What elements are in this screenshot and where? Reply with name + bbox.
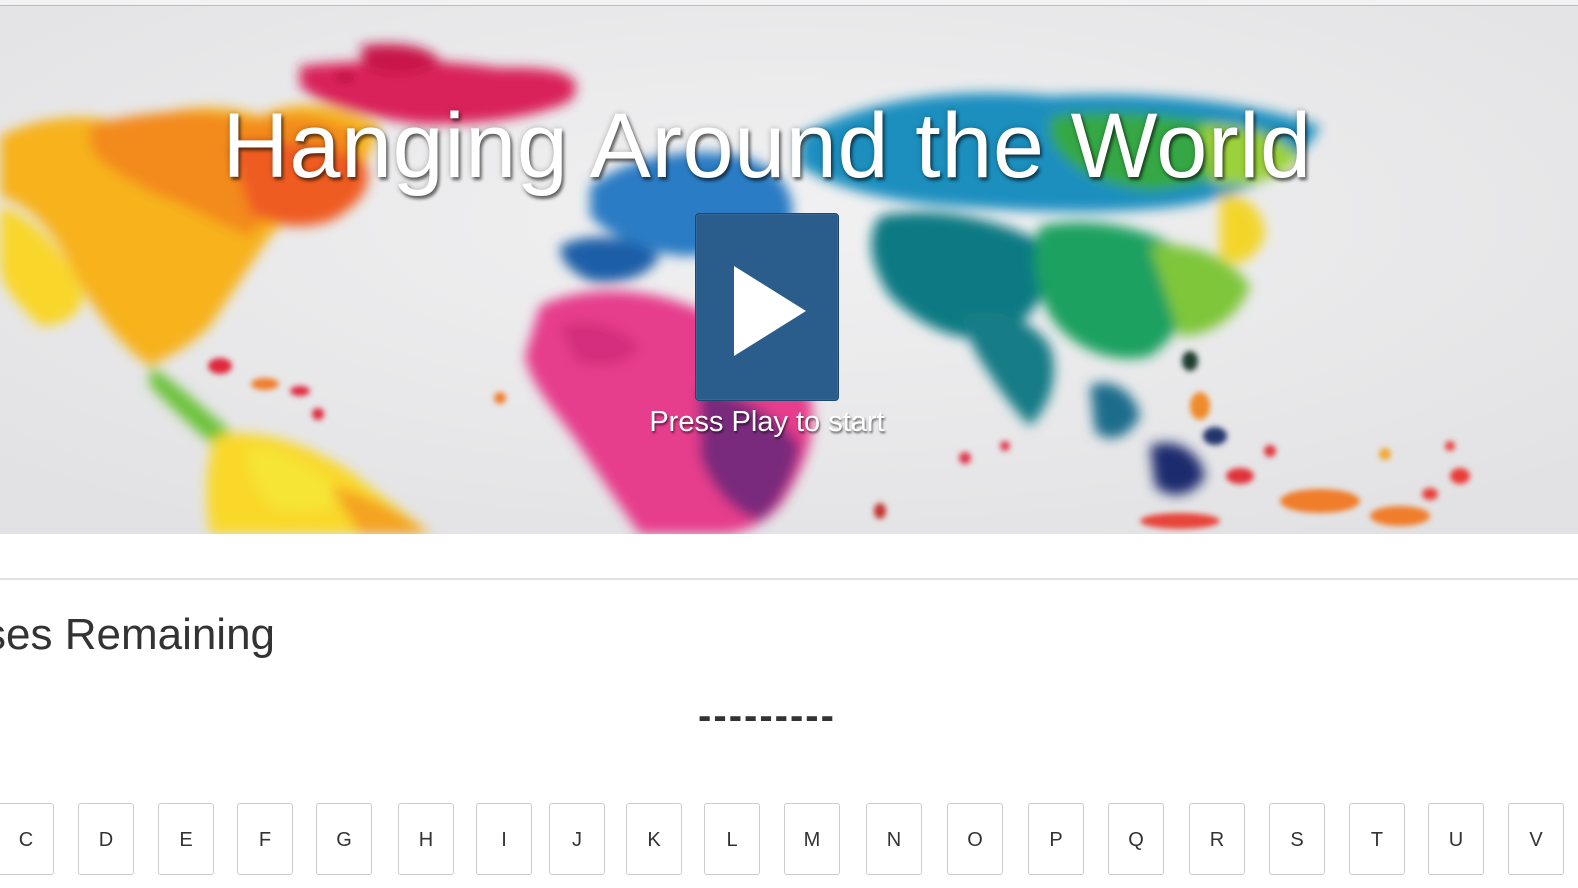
key-p[interactable]: P (1028, 803, 1084, 875)
key-l[interactable]: L (704, 803, 760, 875)
key-n[interactable]: N (866, 803, 922, 875)
key-j[interactable]: J (549, 803, 605, 875)
key-r[interactable]: R (1189, 803, 1245, 875)
key-k[interactable]: K (626, 803, 682, 875)
key-s[interactable]: S (1269, 803, 1325, 875)
key-c[interactable]: C (0, 803, 54, 875)
key-o[interactable]: O (947, 803, 1003, 875)
key-i[interactable]: I (476, 803, 532, 875)
hero-banner: Hanging Around the World Press Play to s… (0, 6, 1578, 534)
key-e[interactable]: E (158, 803, 214, 875)
play-button[interactable] (695, 213, 839, 401)
word-blanks: --------- (698, 694, 836, 738)
section-divider (0, 578, 1578, 580)
guesses-remaining-label: ses Remaining (0, 610, 276, 659)
key-t[interactable]: T (1349, 803, 1405, 875)
key-u[interactable]: U (1428, 803, 1484, 875)
play-hint: Press Play to start (649, 406, 885, 438)
key-q[interactable]: Q (1108, 803, 1164, 875)
key-g[interactable]: G (316, 803, 372, 875)
game-title: Hanging Around the World (222, 95, 1312, 197)
key-h[interactable]: H (398, 803, 454, 875)
play-icon (734, 266, 806, 356)
key-v[interactable]: V (1508, 803, 1564, 875)
key-d[interactable]: D (78, 803, 134, 875)
key-f[interactable]: F (237, 803, 293, 875)
key-m[interactable]: M (784, 803, 840, 875)
